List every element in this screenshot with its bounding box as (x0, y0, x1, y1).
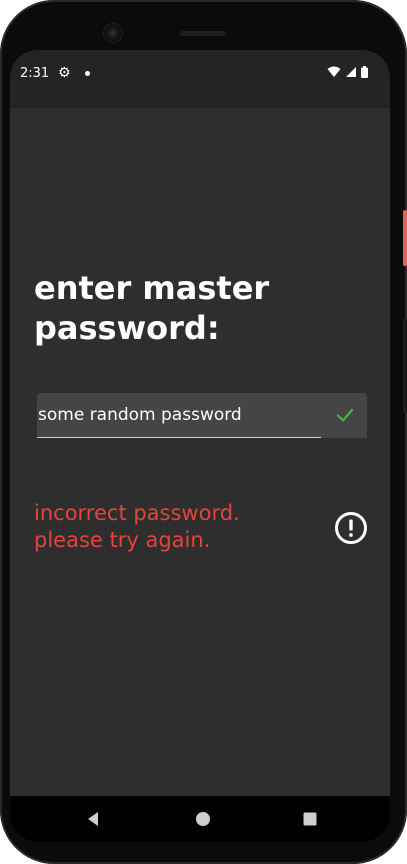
status-time: 2:31 (20, 66, 50, 81)
camera-icon (104, 24, 122, 42)
password-input[interactable] (37, 393, 327, 437)
back-icon[interactable] (85, 810, 103, 828)
earpiece (180, 31, 226, 36)
gear-icon: ⚙ (58, 65, 71, 81)
field-underline (37, 437, 321, 438)
volume-button (403, 318, 407, 414)
check-icon (336, 408, 354, 422)
page-title: enter master password: (34, 269, 270, 347)
navigation-bar (10, 796, 390, 842)
power-button (403, 210, 407, 266)
error-message: incorrect password. please try again. (34, 501, 240, 552)
content-area: enter master password: incorrect passwor… (10, 108, 390, 796)
status-icons (327, 66, 368, 78)
wifi-icon (327, 66, 341, 77)
home-icon[interactable] (194, 810, 212, 828)
phone-frame: 2:31 ⚙ enter master password: some rando… (0, 0, 407, 864)
cellular-icon (346, 67, 356, 77)
alert-circle-icon (335, 512, 367, 544)
screen: 2:31 ⚙ enter master password: some rando… (10, 50, 390, 842)
password-field[interactable] (37, 393, 367, 438)
status-bar: 2:31 ⚙ (10, 50, 390, 108)
battery-icon (361, 66, 368, 78)
notification-dot (85, 71, 90, 76)
recents-icon[interactable] (301, 810, 319, 828)
